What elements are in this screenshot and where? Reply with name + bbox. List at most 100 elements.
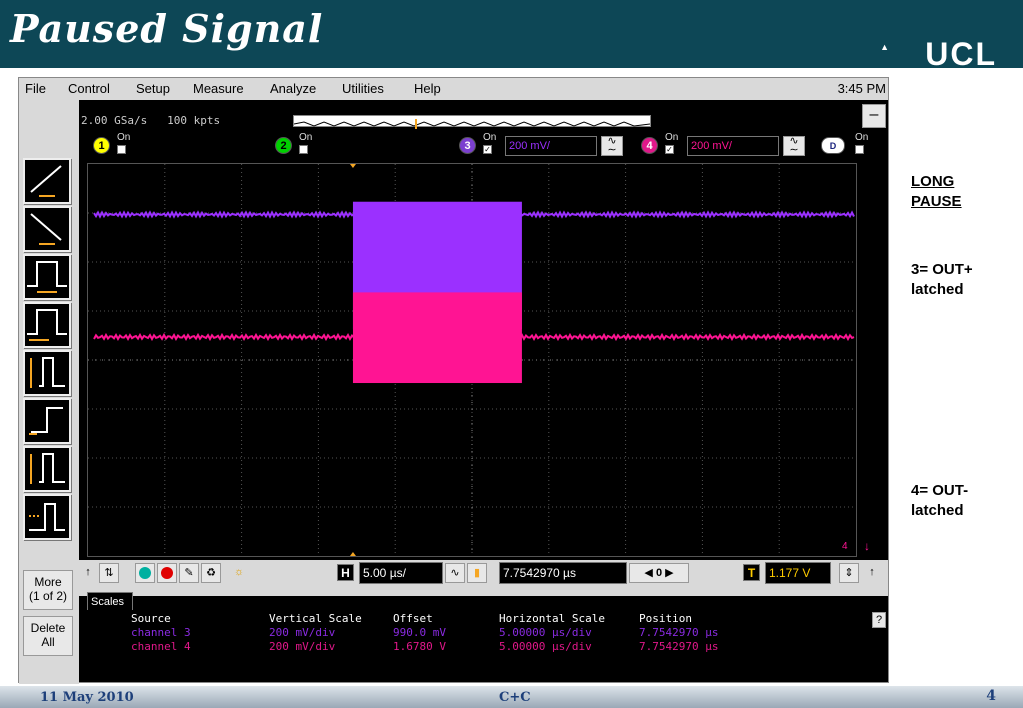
page-number: 4 xyxy=(986,688,996,704)
more-label: More xyxy=(34,575,62,589)
trigger-panel: More (1 of 2) Delete All xyxy=(19,100,79,684)
row-2-vertical: 200 mV/div xyxy=(269,640,336,653)
more-button[interactable]: More (1 of 2) xyxy=(23,570,73,610)
channel-3-checkbox[interactable]: ✓ xyxy=(483,145,492,154)
memory-waveform-icon xyxy=(293,119,651,129)
row-1-position: 7.7542970 µs xyxy=(639,626,719,639)
trigger-level-stepper[interactable]: ⇕ xyxy=(839,563,859,583)
clear-display-button[interactable]: ♻ xyxy=(201,563,221,583)
minimize-button[interactable]: – xyxy=(862,104,886,128)
timeout-trigger-button[interactable] xyxy=(23,494,71,540)
single-button[interactable]: ✎ xyxy=(179,563,199,583)
glitch-trigger-button[interactable] xyxy=(23,302,71,348)
slide-footer: 11 May 2010 C+C 4 xyxy=(0,686,1023,708)
trigger-top-marker xyxy=(349,164,356,168)
menu-utilities[interactable]: Utilities xyxy=(342,81,384,96)
channel-2-checkbox[interactable] xyxy=(299,145,308,154)
channel-1-badge[interactable]: 1 xyxy=(93,137,110,154)
horizontal-badge: H xyxy=(337,564,354,581)
channel-2-on-label: On xyxy=(299,132,313,143)
horizontal-position-field[interactable]: 7.7542970 µs xyxy=(499,562,627,584)
help-button[interactable]: ? xyxy=(872,612,886,628)
channel-1-on-label: On xyxy=(117,132,131,143)
menu-help[interactable]: Help xyxy=(414,81,441,96)
offset-header: Offset xyxy=(393,612,433,625)
menu-analyze[interactable]: Analyze xyxy=(270,81,316,96)
horizontal-ref-button[interactable]: ∿ xyxy=(445,563,465,583)
channel-4-scale[interactable]: 200 mV/ xyxy=(687,136,779,156)
row-1-offset: 990.0 mV xyxy=(393,626,446,639)
channel-strip: 2.00 GSa/s 100 kpts – 1 On 2 On 3 On ✓ 2… xyxy=(79,100,888,162)
source-header: Source xyxy=(131,612,171,625)
run-button[interactable] xyxy=(135,563,155,583)
trigger-marker-icon: ↓ xyxy=(864,539,870,553)
control-strip: ↑ ⇅ ✎ ♻ ☼ H 5.00 µs/ ∿ ▮ 7.7542970 µs ◀ … xyxy=(79,560,888,596)
math-checkbox[interactable] xyxy=(855,145,864,154)
trigger-bottom-marker xyxy=(349,552,356,556)
setup-hold-icon xyxy=(30,453,65,484)
ch4-annotation-line-2: latched xyxy=(911,502,964,519)
ch4-annotation-line-1: 4= OUT- xyxy=(911,482,969,499)
stop-button[interactable] xyxy=(157,563,177,583)
up-arrow-icon[interactable]: ↑ xyxy=(81,563,95,583)
menu-control[interactable]: Control xyxy=(68,81,110,96)
ch3-annotation-line-2: latched xyxy=(911,281,964,298)
waveform-canvas xyxy=(88,164,856,556)
ucl-logo: UCL xyxy=(925,36,997,72)
channel-2-badge[interactable]: 2 xyxy=(275,137,292,154)
row-2-offset: 1.6780 V xyxy=(393,640,446,653)
row-1-source: channel 3 xyxy=(131,626,191,639)
runt-icon xyxy=(30,357,65,388)
sun-icon[interactable]: ☼ xyxy=(229,563,249,583)
channel-3-scale[interactable]: 200 mV/ xyxy=(505,136,597,156)
menu-setup[interactable]: Setup xyxy=(136,81,170,96)
transition-icon xyxy=(29,407,63,435)
channel-4-badge[interactable]: 4 xyxy=(641,137,658,154)
transition-trigger-button[interactable] xyxy=(23,398,71,444)
trigger-up-arrow-icon[interactable]: ↑ xyxy=(865,563,879,583)
channel-1-checkbox[interactable] xyxy=(117,145,126,154)
long-pause-line-1: LONG xyxy=(911,173,955,190)
row-1-vertical: 200 mV/div xyxy=(269,626,336,639)
ch3-annotation-line-1: 3= OUT+ xyxy=(911,261,973,278)
row-2-position: 7.7542970 µs xyxy=(639,640,719,653)
channel-4-coupling-button[interactable]: ∿ ∼ xyxy=(783,136,805,156)
channel-3-on-label: On xyxy=(483,132,497,143)
all-label: All xyxy=(41,635,55,649)
stepper-button[interactable]: ⇅ xyxy=(99,563,119,583)
setup-hold-trigger-button[interactable] xyxy=(23,446,71,492)
long-pause-annotation: LONG PAUSE xyxy=(911,172,962,212)
row-2-horizontal: 5.00000 µs/div xyxy=(499,640,592,653)
glitch-icon xyxy=(27,309,67,341)
clock: 3:45 PM xyxy=(837,81,886,96)
channel-3-coupling-button[interactable]: ∿ ∼ xyxy=(601,136,623,156)
waveform-display[interactable] xyxy=(87,163,857,557)
rising-edge-icon xyxy=(30,165,62,197)
rising-edge-trigger-button[interactable] xyxy=(23,158,71,204)
trigger-level-field[interactable]: 1.177 V xyxy=(765,562,831,584)
delete-label: Delete xyxy=(30,621,66,635)
memory-bar[interactable] xyxy=(293,115,651,129)
runt-trigger-button[interactable] xyxy=(23,350,71,396)
delete-all-button[interactable]: Delete All xyxy=(23,616,73,656)
ucl-dome-icon: ▲ xyxy=(880,42,889,52)
channel-4-on-label: On xyxy=(665,132,679,143)
horizontal-scale-header: Horizontal Scale xyxy=(499,612,605,625)
horizontal-position-icon[interactable]: ▮ xyxy=(467,563,487,583)
pulse-width-icon xyxy=(27,261,67,293)
long-pause-line-2: PAUSE xyxy=(911,193,962,210)
horizontal-scale-field[interactable]: 5.00 µs/ xyxy=(359,562,443,584)
delay-reference-stepper[interactable]: ◀ 0 ▶ xyxy=(629,563,689,583)
channel-marker: 4 xyxy=(842,541,848,552)
channel-4-checkbox[interactable]: ✓ xyxy=(665,145,674,154)
pulse-width-trigger-button[interactable] xyxy=(23,254,71,300)
menu-bar: File Control Setup Measure Analyze Utili… xyxy=(19,78,888,100)
timeout-icon xyxy=(29,503,65,531)
scales-tab[interactable]: Scales xyxy=(87,592,133,610)
math-badge[interactable]: D xyxy=(821,137,845,154)
menu-measure[interactable]: Measure xyxy=(193,81,244,96)
falling-edge-trigger-button[interactable] xyxy=(23,206,71,252)
channel-3-badge[interactable]: 3 xyxy=(459,137,476,154)
menu-file[interactable]: File xyxy=(25,81,46,96)
oscilloscope-window: File Control Setup Measure Analyze Utili… xyxy=(18,77,889,684)
